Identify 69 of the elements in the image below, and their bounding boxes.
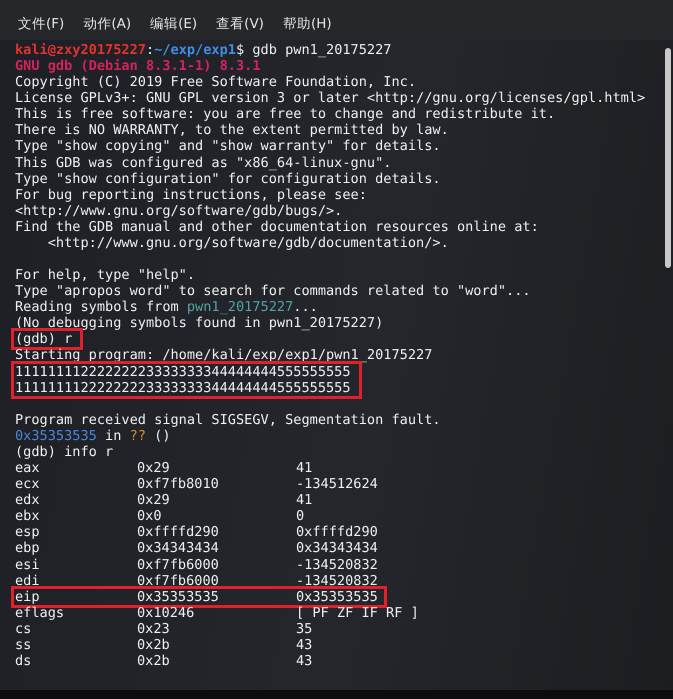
terminal-line: This GDB was configured as "x86_64-linux-gnu". <box>15 154 392 171</box>
register-hex-value: 0x2b <box>137 652 171 670</box>
register-natural-value: -134520832 <box>296 572 378 589</box>
terminal-line: Copyright (C) 2019 Free Software Foundation, Inc. <box>15 74 418 90</box>
register-name: eip <box>15 588 41 605</box>
register-name: esi <box>15 556 41 573</box>
register-hex-value: 0xffffd290 <box>137 524 220 540</box>
register-hex-value: 0x0 <box>137 508 163 524</box>
register-name: ecx <box>15 476 41 492</box>
terminal-line: Type "show configuration" for configuration details. <box>15 170 442 187</box>
register-name: ss <box>15 636 32 653</box>
register-hex-value: 0xf7fb6000 <box>137 556 220 573</box>
register-natural-value: 43 <box>296 636 312 653</box>
terminal-line: 11111111222222223333333344444444555555555 <box>15 364 351 380</box>
terminal-line: 0x35353535 in ?? () <box>15 428 172 444</box>
register-natural-value: 41 <box>296 492 312 508</box>
menu-item[interactable]: 动作(A) <box>83 15 132 33</box>
register-hex-value: 0x2b <box>137 636 171 653</box>
terminal-line: This is free software: you are free to change and redistribute it. <box>15 106 556 122</box>
register-natural-value: 0xffffd290 <box>296 524 378 540</box>
register-hex-value: 0x23 <box>137 620 171 637</box>
terminal-line: For help, type "help". <box>15 267 196 284</box>
register-natural-value: 0x34343434 <box>296 540 378 556</box>
terminal-line: Type "show copying" and "show warranty" for details. <box>15 138 442 155</box>
register-natural-value: 43 <box>296 652 312 670</box>
terminal-line: <http://www.gnu.org/software/gdb/bugs/>. <box>15 202 344 219</box>
menu-item[interactable]: 文件(F) <box>18 15 64 33</box>
terminal-line: Starting program: /home/kali/exp/exp1/pwn1_20175227 <box>15 347 434 364</box>
register-natural-value: 0 <box>296 508 304 524</box>
menu-item[interactable]: 查看(V) <box>216 15 264 33</box>
terminal-line: License GPLv3+: GNU GPL version 3 or later <http://gnu.org/licenses/gpl.html> <box>15 90 646 106</box>
register-name: ebp <box>15 540 41 556</box>
register-natural-value: 41 <box>296 460 312 476</box>
terminal-line: There is NO WARRANTY, to the extent permitted by law. <box>15 122 450 138</box>
register-name: ebx <box>15 508 41 524</box>
terminal-line: Program received signal SIGSEGV, Segmentation fault. <box>15 412 442 428</box>
register-name: edx <box>15 492 41 508</box>
register-name: ds <box>15 652 32 670</box>
register-hex-value: 0x29 <box>137 460 171 476</box>
register-natural-value: 0x35353535 <box>296 588 378 605</box>
menu-item[interactable]: 帮助(H) <box>282 15 332 33</box>
register-natural-value: -134520832 <box>296 556 378 573</box>
register-hex-value: 0xf7fb6000 <box>137 572 220 589</box>
terminal-line: (gdb) r <box>15 331 72 348</box>
terminal-line: kali@zxy20175227:~/exp/exp1$ gdb pwn1_20175227 <box>15 42 392 58</box>
register-hex-value: 0x10246 <box>137 604 196 621</box>
register-hex-value: 0x29 <box>137 492 171 508</box>
terminal-line: (gdb) info r <box>15 444 114 460</box>
register-name: cs <box>15 620 32 637</box>
register-hex-value: 0xf7fb8010 <box>137 476 220 492</box>
terminal-line: Type "apropos word" to search for commands related to "word"... <box>15 283 532 300</box>
register-name: eax <box>15 460 41 476</box>
register-name: edi <box>15 572 41 589</box>
terminal-line: (No debugging symbols found in pwn1_20175227) <box>15 315 384 332</box>
register-name: eflags <box>15 604 66 621</box>
terminal-line: Find the GDB manual and other documentation resources online at: <box>15 218 540 235</box>
register-name: esp <box>15 524 41 540</box>
scrollbar-thumb[interactable] <box>665 48 671 268</box>
terminal-line: <http://www.gnu.org/software/gdb/documentation/>. <box>46 234 450 252</box>
terminal-line: 11111111222222223333333344444444555555555 <box>15 380 351 396</box>
menu-item[interactable]: 编辑(E) <box>150 15 198 33</box>
register-natural-value: -134512624 <box>296 476 378 492</box>
register-hex-value: 0x34343434 <box>137 540 220 556</box>
register-hex-value: 0x35353535 <box>137 588 220 605</box>
terminal-line: Reading symbols from pwn1_20175227... <box>15 299 319 316</box>
register-natural-value: 35 <box>296 620 312 637</box>
terminal-line: For bug reporting instructions, please see: <box>15 186 368 203</box>
register-natural-value: [ PF ZF IF RF ] <box>296 604 419 621</box>
terminal-line: GNU gdb (Debian 8.3.1-1) 8.3.1 <box>15 58 262 74</box>
